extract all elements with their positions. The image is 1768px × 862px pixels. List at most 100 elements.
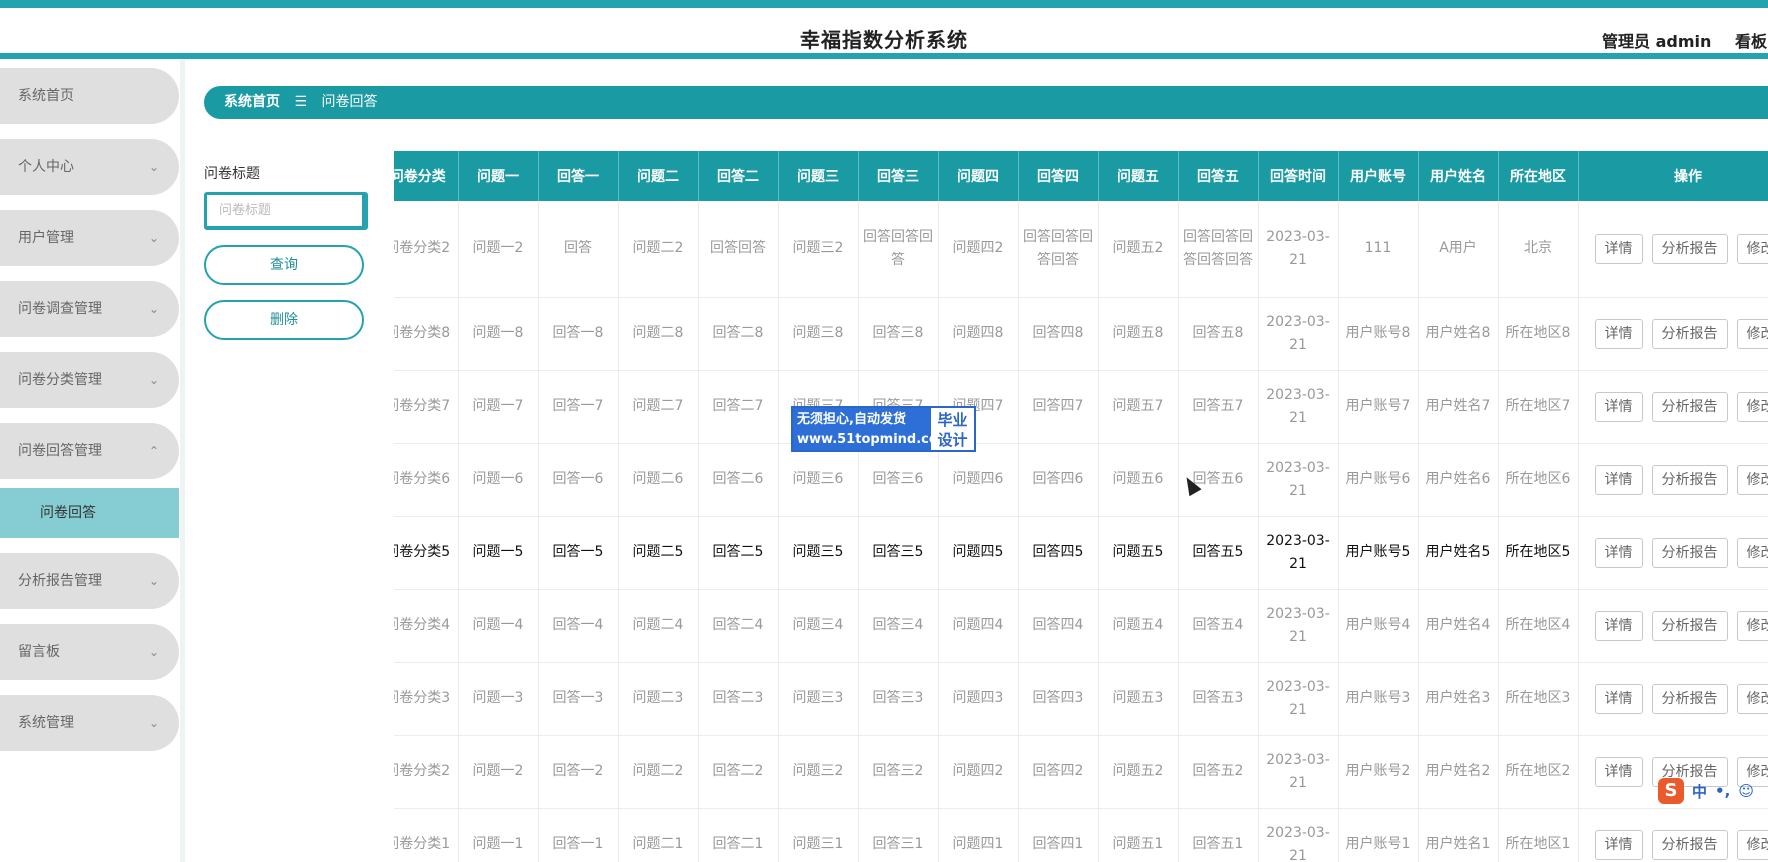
table-cell: 问题二6 [618, 443, 699, 517]
sidebar-item-home[interactable]: 系统首页 [0, 68, 179, 124]
edit-button[interactable]: 修改 [1736, 391, 1768, 422]
table-cell: 问题二8 [618, 297, 699, 371]
watermark-text: 无须担心,自动发货 www.51topmind.com [793, 408, 951, 450]
sidebar-item-survey-management[interactable]: 问卷调查管理 ⌄ [0, 281, 179, 337]
actions-cell: 详情 分析报告 修改 [1578, 201, 1768, 298]
table-cell: 问题三1 [778, 808, 859, 862]
column-header: 回答二 [698, 151, 779, 201]
table-cell: 回答五8 [1178, 297, 1259, 371]
table-row: 问卷分类3问题一3回答一3问题二3回答二3问题三3回答三3问题四3回答四3问题五… [394, 662, 1768, 736]
report-button[interactable]: 分析报告 [1651, 464, 1728, 495]
edit-button[interactable]: 修改 [1736, 610, 1768, 641]
breadcrumb-home[interactable]: 系统首页 [224, 94, 280, 110]
table-cell: 回答一1 [538, 808, 619, 862]
table-cell: 回答二6 [698, 443, 779, 517]
sidebar-item-label: 系统首页 [18, 88, 74, 104]
table-cell: 回答五1 [1178, 808, 1259, 862]
edit-button[interactable]: 修改 [1736, 829, 1768, 860]
table-cell: 回答二5 [698, 516, 779, 590]
breadcrumb: 系统首页 ☰ 问卷回答 [204, 86, 1768, 119]
table-cell: 2023-03-21 [1258, 808, 1339, 862]
table-cell: 回答三8 [858, 297, 939, 371]
table-row: 问卷分类5问题一5回答一5问题二5回答二5问题三5回答三5问题四5回答四5问题五… [394, 516, 1768, 590]
ime-emoji-icon[interactable]: ☺ [1738, 782, 1754, 800]
edit-button[interactable]: 修改 [1736, 683, 1768, 714]
header: 幸福指数分析系统 管理员 admin 看板 [0, 8, 1768, 55]
table-cell: 问卷分类1 [394, 808, 459, 862]
table-cell: 回答 [538, 201, 619, 298]
table-cell: 用户姓名2 [1418, 735, 1499, 809]
sidebar-item-survey-category[interactable]: 问卷分类管理 ⌄ [0, 352, 179, 408]
table-cell: 用户姓名6 [1418, 443, 1499, 517]
report-button[interactable]: 分析报告 [1651, 233, 1728, 264]
detail-button[interactable]: 详情 [1594, 829, 1643, 860]
ime-toolbar[interactable]: S 中 •, ☺ [1658, 776, 1768, 806]
sidebar-item-system-management[interactable]: 系统管理 ⌄ [0, 695, 179, 751]
table-cell: 问题四1 [938, 808, 1019, 862]
sidebar-item-message-board[interactable]: 留言板 ⌄ [0, 624, 179, 680]
board-link[interactable]: 看板 [1735, 28, 1767, 52]
report-button[interactable]: 分析报告 [1651, 391, 1728, 422]
detail-button[interactable]: 详情 [1594, 464, 1643, 495]
query-button[interactable]: 查询 [204, 245, 364, 285]
detail-button[interactable]: 详情 [1594, 318, 1643, 349]
table-cell: 111 [1338, 201, 1419, 298]
table-cell: 用户账号5 [1338, 516, 1419, 590]
table-cell: 回答三4 [858, 589, 939, 663]
table-cell: 问卷分类3 [394, 662, 459, 736]
report-button[interactable]: 分析报告 [1651, 318, 1728, 349]
table-cell: 用户账号1 [1338, 808, 1419, 862]
edit-button[interactable]: 修改 [1736, 318, 1768, 349]
table-cell: 回答二1 [698, 808, 779, 862]
search-input[interactable] [204, 192, 368, 230]
detail-button[interactable]: 详情 [1594, 233, 1643, 264]
table: 问卷分类 问题一 回答一 问题二 回答二 问题三 回答三 问题四 回答四 问题五 回答五 回答时间 用户… [394, 151, 1768, 862]
table-cell: 所在地区8 [1498, 297, 1579, 371]
sidebar-item-personal-center[interactable]: 个人中心 ⌄ [0, 139, 179, 195]
table-cell: 回答一2 [538, 735, 619, 809]
chevron-up-icon: ⌃ [148, 444, 159, 458]
sidebar-item-label: 问卷分类管理 [18, 372, 102, 388]
table-cell: 回答四8 [1018, 297, 1099, 371]
sidebar-item-answer-management[interactable]: 问卷回答管理 ⌃ [0, 423, 179, 479]
ime-punct-icon[interactable]: •, [1715, 782, 1730, 800]
table-cell: 2023-03-21 [1258, 516, 1339, 590]
report-button[interactable]: 分析报告 [1651, 829, 1728, 860]
delete-button[interactable]: 删除 [204, 300, 364, 340]
sidebar-item-report-management[interactable]: 分析报告管理 ⌄ [0, 553, 179, 609]
report-button[interactable]: 分析报告 [1651, 610, 1728, 641]
sidebar-item-user-management[interactable]: 用户管理 ⌄ [0, 210, 179, 266]
chevron-down-icon: ⌄ [148, 574, 159, 588]
edit-button[interactable]: 修改 [1736, 537, 1768, 568]
sidebar-edge [180, 59, 185, 862]
table-cell: 问题四4 [938, 589, 1019, 663]
detail-button[interactable]: 详情 [1594, 537, 1643, 568]
table-cell: 问题三8 [778, 297, 859, 371]
detail-button[interactable]: 详情 [1594, 610, 1643, 641]
report-button[interactable]: 分析报告 [1651, 537, 1728, 568]
detail-button[interactable]: 详情 [1594, 756, 1643, 787]
table-cell: 用户账号2 [1338, 735, 1419, 809]
table-cell: 回答四5 [1018, 516, 1099, 590]
report-button[interactable]: 分析报告 [1651, 683, 1728, 714]
table-cell: 问题四5 [938, 516, 1019, 590]
edit-button[interactable]: 修改 [1736, 464, 1768, 495]
detail-button[interactable]: 详情 [1594, 391, 1643, 422]
table-row: 问卷分类4问题一4回答一4问题二4回答二4问题三4回答三4问题四4回答四4问题五… [394, 589, 1768, 663]
table-row: 问卷分类6问题一6回答一6问题二6回答二6问题三6回答三6问题四6回答四6问题五… [394, 443, 1768, 517]
table-cell: 所在地区5 [1498, 516, 1579, 590]
table-cell: 所在地区2 [1498, 735, 1579, 809]
detail-button[interactable]: 详情 [1594, 683, 1643, 714]
table-cell: 回答三2 [858, 735, 939, 809]
table-cell: 回答一5 [538, 516, 619, 590]
table-cell: 问题五2 [1098, 201, 1179, 298]
column-header: 问卷分类 [394, 151, 459, 201]
table-cell: 问题一3 [458, 662, 539, 736]
sidebar-subitem-answers[interactable]: 问卷回答 [0, 488, 179, 538]
edit-button[interactable]: 修改 [1736, 233, 1768, 264]
table-cell: 2023-03-21 [1258, 589, 1339, 663]
table-row: 问卷分类8问题一8回答一8问题二8回答二8问题三8回答三8问题四8回答四8问题五… [394, 297, 1768, 371]
table-cell: 用户账号3 [1338, 662, 1419, 736]
sidebar: 系统首页 个人中心 ⌄ 用户管理 ⌄ 问卷调查管理 ⌄ 问卷分类管理 ⌄ 问卷回… [0, 59, 180, 862]
ime-mode[interactable]: 中 [1692, 781, 1707, 802]
